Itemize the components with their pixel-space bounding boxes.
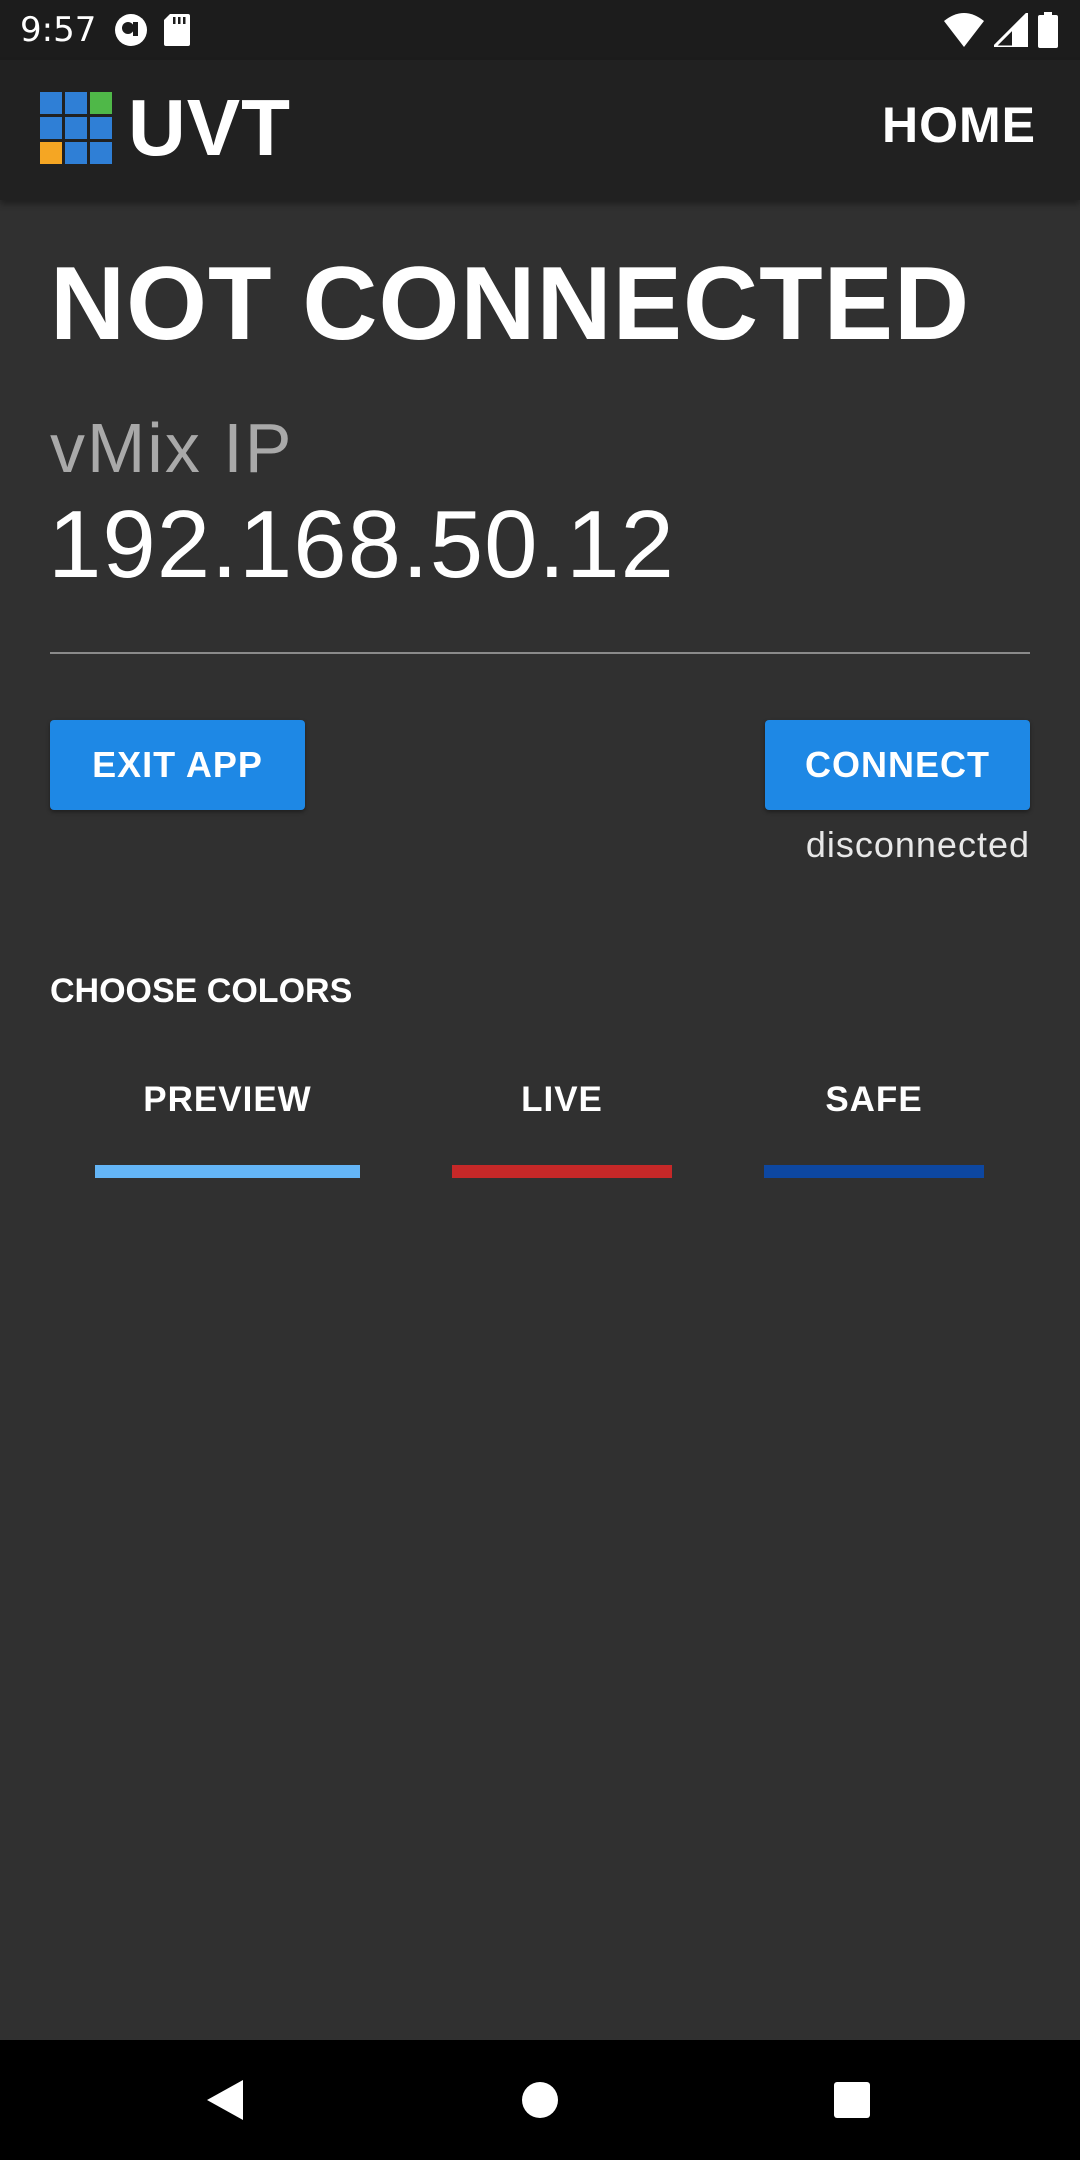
back-button[interactable] (195, 2070, 255, 2130)
home-icon (522, 2082, 558, 2118)
status-time: 9:57 (20, 10, 97, 50)
app-bar: UVT HOME (0, 60, 1080, 200)
home-nav-button[interactable] (510, 2070, 570, 2130)
logo-square (90, 117, 112, 139)
tab-live[interactable]: LIVE (452, 1080, 672, 1120)
signal-icon (990, 9, 1030, 52)
logo-square (40, 142, 62, 164)
connection-status-text: disconnected (805, 824, 1030, 865)
brand-title: UVT (128, 83, 291, 172)
choose-colors-title: CHOOSE COLORS (50, 972, 353, 1010)
tab-safe[interactable]: SAFE (764, 1080, 984, 1120)
connection-heading: NOT CONNECTED (50, 246, 971, 362)
wifi-icon (944, 13, 984, 52)
connect-button[interactable]: CONNECT (765, 720, 1030, 810)
app-screen: 9:57 UVT HOME NOT CONNECTED vMix IP 192.… (0, 0, 1080, 2160)
sd-card-icon (164, 14, 190, 51)
recents-button[interactable] (822, 2070, 882, 2130)
logo-square (65, 142, 87, 164)
logo-square (40, 117, 62, 139)
battery-icon (1038, 12, 1058, 53)
status-bar: 9:57 (0, 0, 1080, 60)
system-nav-bar (0, 2040, 1080, 2160)
recents-icon (834, 2082, 870, 2118)
logo-square (90, 92, 112, 114)
home-button[interactable]: HOME (882, 96, 1036, 154)
tab-preview[interactable]: PREVIEW (95, 1080, 360, 1120)
uvt-logo (40, 92, 112, 164)
logo-square (40, 92, 62, 114)
ip-label: vMix IP (50, 409, 294, 487)
status-system-icons (944, 9, 1058, 53)
ip-value[interactable]: 192.168.50.12 (48, 490, 675, 600)
back-icon (207, 2080, 243, 2120)
preview-color-swatch[interactable] (95, 1165, 360, 1178)
status-notification-icons (114, 13, 190, 52)
live-color-swatch[interactable] (452, 1165, 672, 1178)
divider (50, 652, 1030, 654)
logo-square (65, 117, 87, 139)
logo-square (90, 142, 112, 164)
record-icon (114, 13, 148, 52)
exit-app-button[interactable]: EXIT APP (50, 720, 305, 810)
safe-color-swatch[interactable] (764, 1165, 984, 1178)
logo-square (65, 92, 87, 114)
